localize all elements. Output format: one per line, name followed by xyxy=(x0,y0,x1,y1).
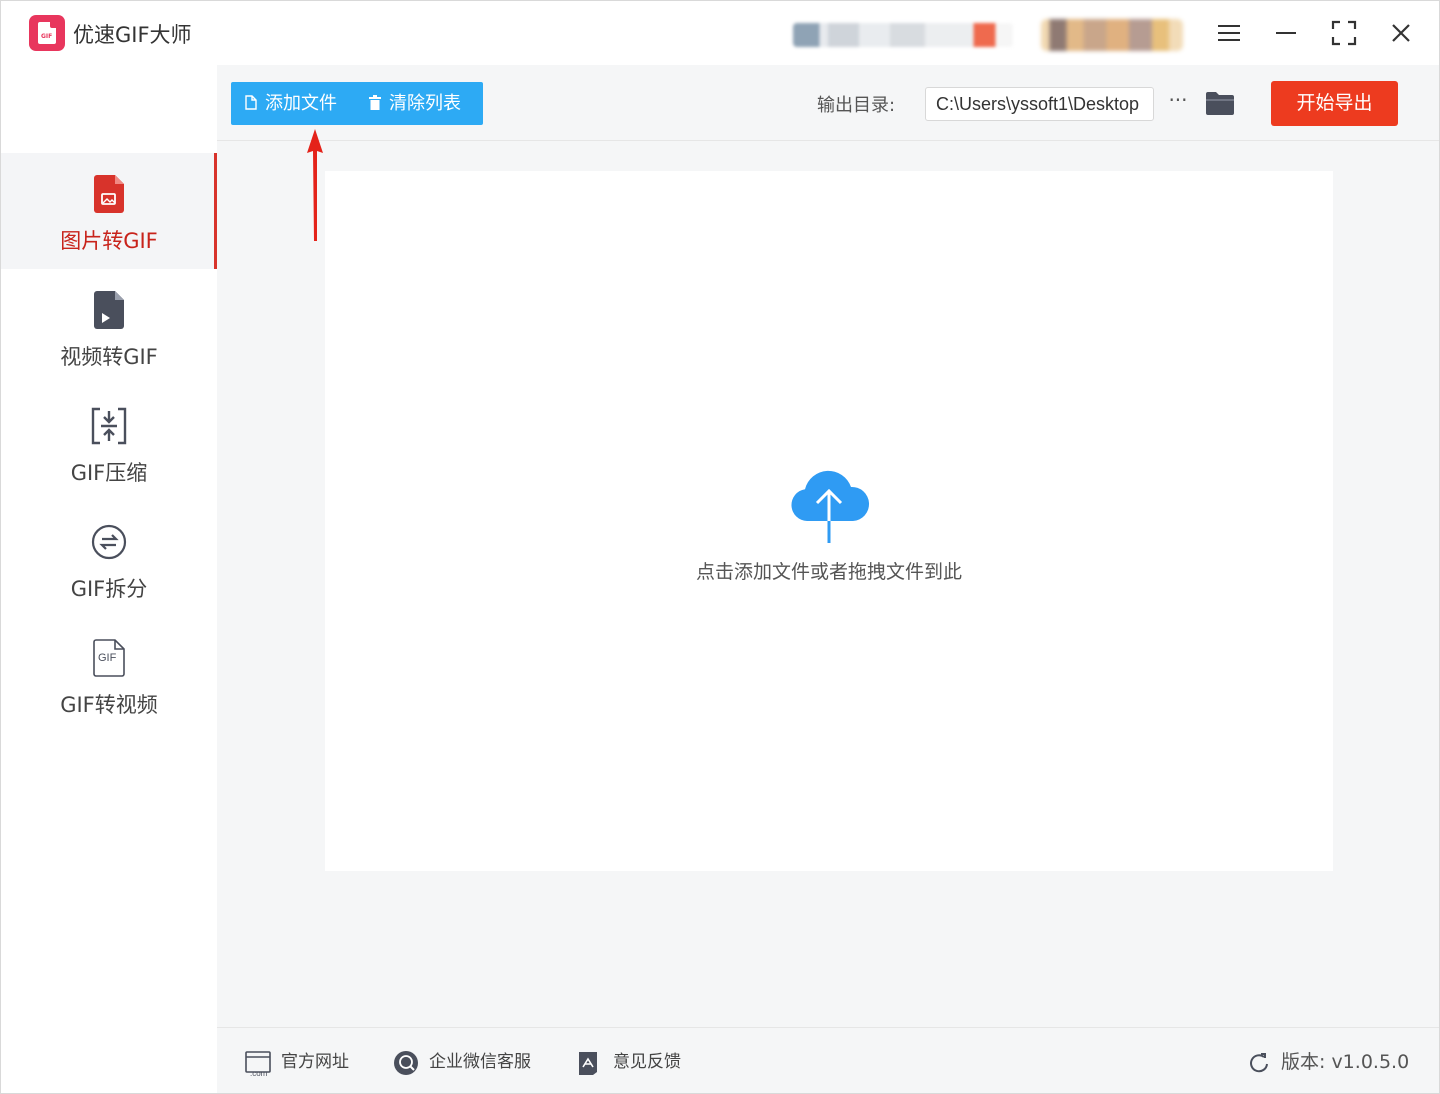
sidebar-item-label: GIF拆分 xyxy=(70,577,148,601)
website-icon-text: .com xyxy=(250,1069,268,1078)
sidebar-item-image-to-gif[interactable]: 图片转GIF xyxy=(1,153,217,269)
video-file-icon xyxy=(91,291,127,329)
output-dir-label: 输出目录: xyxy=(817,95,896,116)
trash-icon xyxy=(369,83,381,126)
folder-icon[interactable] xyxy=(1205,89,1235,117)
website-icon: .com xyxy=(245,1050,271,1078)
wechat-support-link[interactable]: 企业微信客服 xyxy=(393,1048,553,1076)
refresh-icon xyxy=(1247,1051,1271,1075)
maximize-icon[interactable] xyxy=(1328,17,1360,49)
sidebar-item-label: 视频转GIF xyxy=(60,345,158,369)
footer-bar: .com 官方网址 企业微信客服 意见反馈 版本: v1.0.5.0 xyxy=(217,1027,1439,1093)
close-icon[interactable] xyxy=(1385,17,1417,49)
toolbar: 添加文件 清除列表 输出目录: C:\Users\yssoft1\Desktop… xyxy=(217,65,1439,141)
official-website-link[interactable]: .com 官方网址 xyxy=(245,1048,355,1078)
file-icon xyxy=(245,83,257,126)
sidebar: 图片转GIF 视频转GIF GIF压缩 GIF拆分 GIF GIF转视频 xyxy=(1,65,217,1093)
app-window: GIF 优速GIF大师 图片转GIF 视频转GIF GIF压缩 GIF拆分 GI… xyxy=(0,0,1440,1094)
blurred-account-info xyxy=(793,23,1013,47)
app-title: 优速GIF大师 xyxy=(73,23,192,47)
sidebar-item-gif-split[interactable]: GIF拆分 xyxy=(1,501,217,617)
red-arrow-annotation xyxy=(301,129,329,241)
sidebar-item-gif-compress[interactable]: GIF压缩 xyxy=(1,385,217,501)
feedback-icon xyxy=(577,1050,603,1075)
gif-icon-text: GIF xyxy=(98,652,117,664)
output-dir-input[interactable]: C:\Users\yssoft1\Desktop xyxy=(925,87,1154,121)
gif-file-icon: GIF xyxy=(91,639,127,677)
blurred-user-avatar[interactable] xyxy=(1041,19,1183,51)
main-panel: 添加文件 清除列表 输出目录: C:\Users\yssoft1\Desktop… xyxy=(217,65,1439,1027)
chat-icon xyxy=(393,1050,419,1075)
wechat-support-label: 企业微信客服 xyxy=(429,1052,531,1072)
title-bar: GIF 优速GIF大师 xyxy=(1,1,1439,65)
split-icon xyxy=(91,523,127,561)
menu-icon[interactable] xyxy=(1213,17,1245,49)
feedback-link[interactable]: 意见反馈 xyxy=(577,1048,707,1076)
clear-list-label: 清除列表 xyxy=(389,93,461,114)
add-file-button[interactable]: 添加文件 xyxy=(245,82,337,125)
image-file-icon xyxy=(91,175,127,213)
app-logo-icon: GIF xyxy=(29,15,65,51)
sidebar-item-gif-to-video[interactable]: GIF GIF转视频 xyxy=(1,617,217,733)
version-label: 版本: v1.0.5.0 xyxy=(1281,1051,1410,1073)
add-file-label: 添加文件 xyxy=(265,93,337,114)
drop-hint-text: 点击添加文件或者拖拽文件到此 xyxy=(695,561,962,583)
minimize-icon[interactable] xyxy=(1271,17,1303,49)
sidebar-item-label: 图片转GIF xyxy=(60,229,158,253)
file-drop-zone[interactable]: 点击添加文件或者拖拽文件到此 xyxy=(325,171,1333,871)
sidebar-item-video-to-gif[interactable]: 视频转GIF xyxy=(1,269,217,385)
official-website-label: 官方网址 xyxy=(281,1052,349,1072)
cloud-upload-icon xyxy=(785,469,873,545)
feedback-label: 意见反馈 xyxy=(613,1052,681,1072)
more-icon[interactable]: ··· xyxy=(1164,89,1192,117)
start-export-button[interactable]: 开始导出 xyxy=(1271,81,1398,126)
compress-icon xyxy=(91,407,127,445)
sidebar-item-label: GIF转视频 xyxy=(60,693,158,717)
clear-list-button[interactable]: 清除列表 xyxy=(369,82,461,125)
file-button-group: 添加文件 清除列表 xyxy=(231,82,483,125)
sidebar-item-label: GIF压缩 xyxy=(70,461,148,485)
version-info[interactable]: 版本: v1.0.5.0 xyxy=(1247,1048,1417,1076)
